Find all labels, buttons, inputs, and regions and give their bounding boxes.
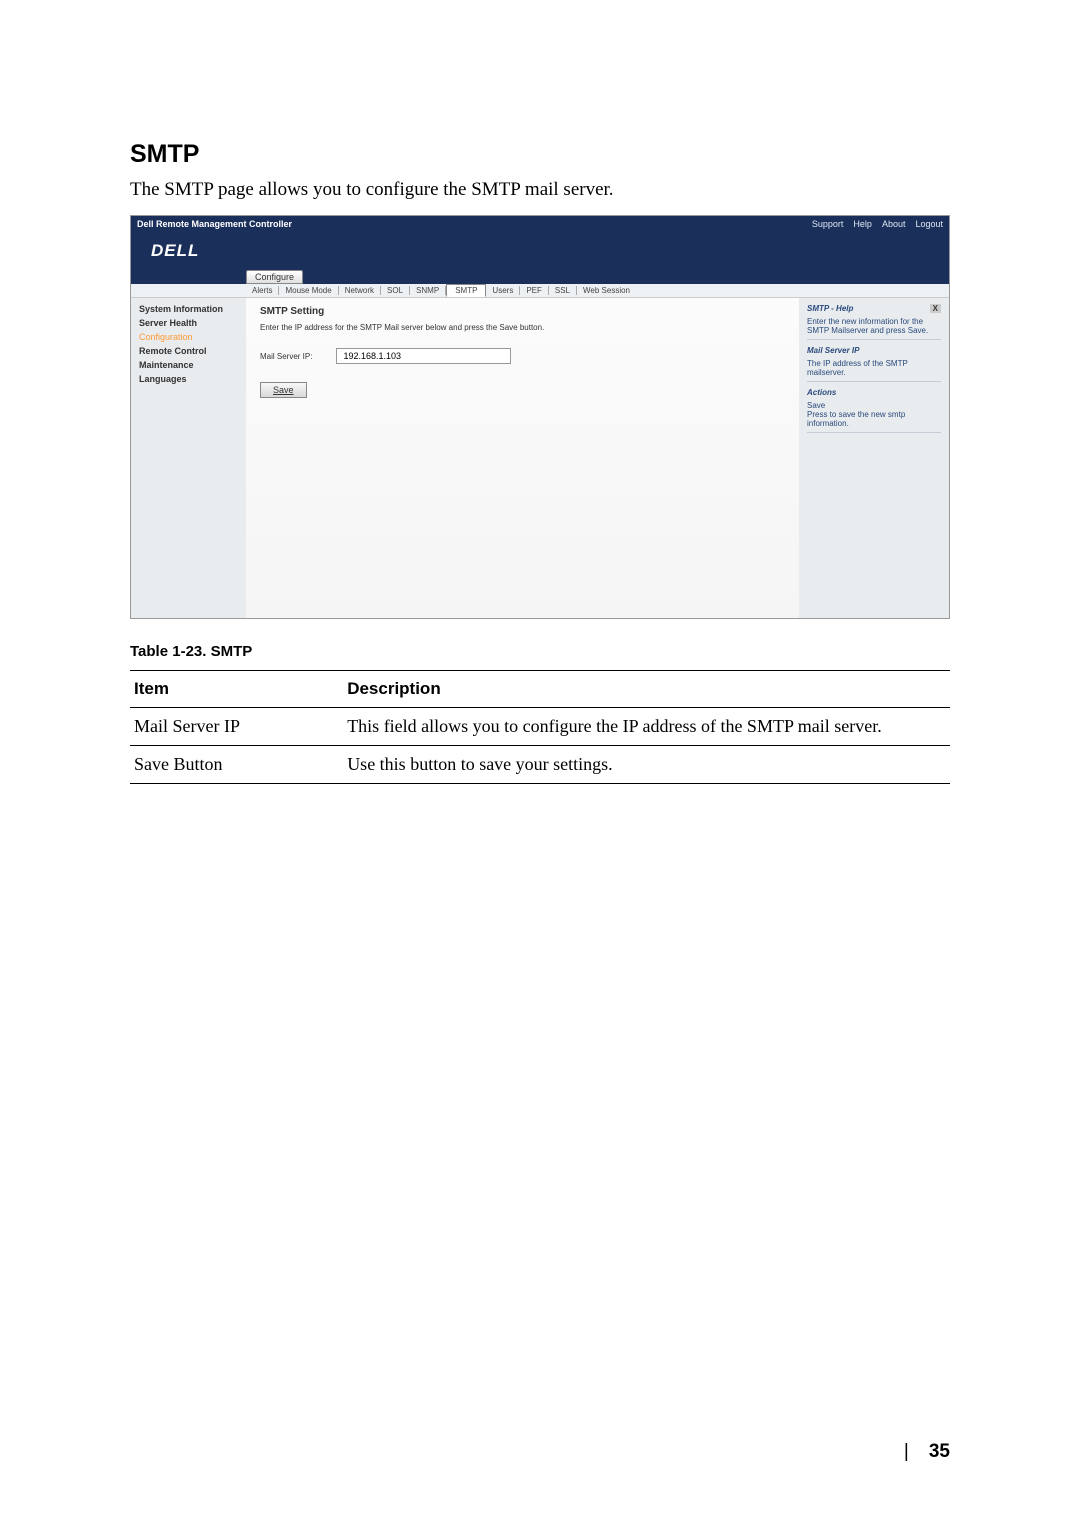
link-about[interactable]: About: [882, 219, 906, 229]
cell-item: Save Button: [130, 746, 343, 784]
th-description: Description: [343, 671, 950, 708]
mail-server-ip-label: Mail Server IP:: [260, 352, 312, 361]
description-table: Item Description Mail Server IP This fie…: [130, 670, 950, 784]
help-text-mail-server-ip: The IP address of the SMTP mailserver.: [807, 359, 941, 382]
help-title: SMTP - Help: [807, 304, 853, 313]
tab-strip: Alerts Mouse Mode Network SOL SNMP SMTP …: [131, 284, 949, 298]
help-sec-mail-server-ip: Mail Server IP: [807, 346, 941, 355]
help-panel: SMTP - Help X Enter the new information …: [799, 298, 949, 618]
sidebar-nav: System Information Server Health Configu…: [131, 298, 246, 618]
table-caption: Table 1-23. SMTP: [130, 643, 950, 660]
window-title: Dell Remote Management Controller: [137, 219, 292, 229]
panel-subtitle: Enter the IP address for the SMTP Mail s…: [260, 323, 785, 332]
tab-users[interactable]: Users: [486, 286, 520, 295]
top-links: Support Help About Logout: [812, 219, 943, 229]
tab-network[interactable]: Network: [339, 286, 381, 295]
help-sec-actions: Actions: [807, 388, 941, 397]
table-row: Mail Server IP This field allows you to …: [130, 708, 950, 746]
link-help[interactable]: Help: [853, 219, 872, 229]
sidebar-item-configuration[interactable]: Configuration: [139, 332, 238, 342]
page-number: |35: [904, 1441, 950, 1463]
tab-pef[interactable]: PEF: [520, 286, 549, 295]
tab-smtp[interactable]: SMTP: [446, 284, 486, 297]
screenshot-dell-smtp: Dell Remote Management Controller Suppor…: [130, 215, 950, 619]
cell-item: Mail Server IP: [130, 708, 343, 746]
help-text-actions: SavePress to save the new smtp informati…: [807, 401, 941, 433]
sidebar-item-languages[interactable]: Languages: [139, 374, 238, 384]
sidebar-item-system-information[interactable]: System Information: [139, 304, 238, 314]
help-text-intro: Enter the new information for the SMTP M…: [807, 317, 941, 340]
configure-button[interactable]: Configure: [246, 270, 303, 284]
panel-title: SMTP Setting: [260, 306, 785, 317]
tab-sol[interactable]: SOL: [381, 286, 410, 295]
main-panel: SMTP Setting Enter the IP address for th…: [246, 298, 799, 618]
window-titlebar: Dell Remote Management Controller Suppor…: [131, 216, 949, 232]
th-item: Item: [130, 671, 343, 708]
link-logout[interactable]: Logout: [915, 219, 943, 229]
sidebar-item-server-health[interactable]: Server Health: [139, 318, 238, 328]
mail-server-ip-input[interactable]: [336, 348, 511, 364]
tab-ssl[interactable]: SSL: [549, 286, 577, 295]
cell-desc: This field allows you to configure the I…: [343, 708, 950, 746]
sidebar-item-maintenance[interactable]: Maintenance: [139, 360, 238, 370]
link-support[interactable]: Support: [812, 219, 844, 229]
tab-snmp[interactable]: SNMP: [410, 286, 446, 295]
close-icon[interactable]: X: [930, 304, 941, 313]
table-row: Save Button Use this button to save your…: [130, 746, 950, 784]
section-heading: SMTP: [130, 140, 950, 169]
config-bar: Configure: [131, 270, 949, 284]
tab-mouse-mode[interactable]: Mouse Mode: [279, 286, 338, 295]
header-bar: DELL: [131, 232, 949, 270]
intro-text: The SMTP page allows you to configure th…: [130, 179, 950, 201]
tab-web-session[interactable]: Web Session: [577, 286, 636, 295]
sidebar-item-remote-control[interactable]: Remote Control: [139, 346, 238, 356]
cell-desc: Use this button to save your settings.: [343, 746, 950, 784]
tab-alerts[interactable]: Alerts: [246, 286, 279, 295]
dell-logo: DELL: [151, 241, 199, 261]
save-button[interactable]: Save: [260, 382, 307, 398]
